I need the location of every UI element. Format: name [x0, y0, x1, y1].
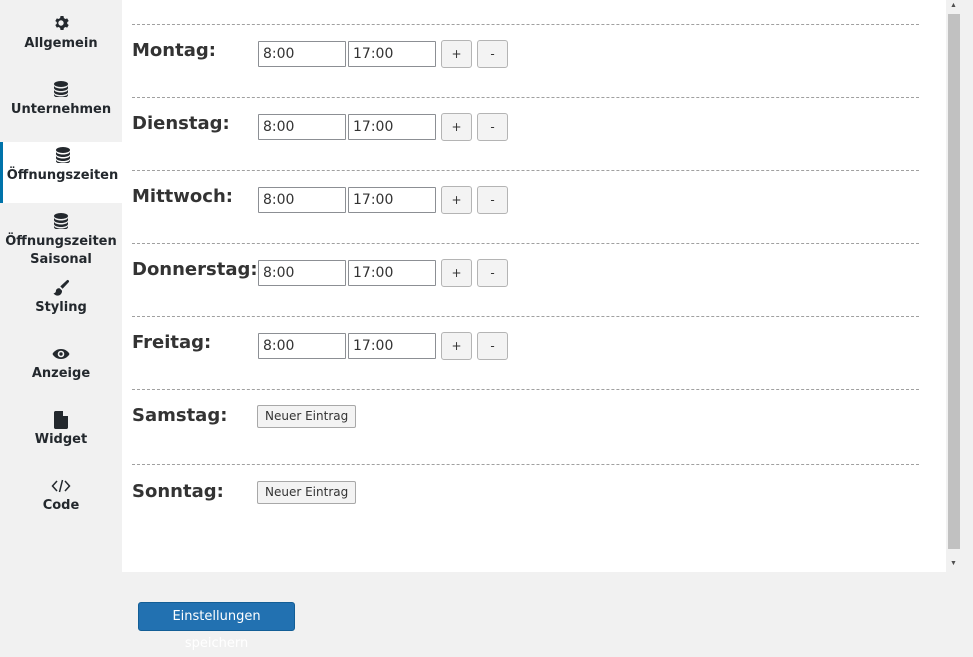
dienstag-add-button[interactable]: + [441, 113, 472, 141]
montag-close-input[interactable] [348, 41, 436, 67]
sonntag-new-entry-button[interactable]: Neuer Eintrag [257, 481, 357, 504]
mittwoch-open-input[interactable] [258, 187, 346, 213]
montag-add-button[interactable]: + [441, 40, 472, 68]
donnerstag-open-input[interactable] [258, 260, 346, 286]
day-label-sonntag: Sonntag: [132, 481, 224, 502]
day-label-samstag: Samstag: [132, 405, 228, 426]
eye-icon [0, 345, 122, 363]
nav-label: Widget [34, 432, 88, 447]
freitag-open-input[interactable] [258, 333, 346, 359]
donnerstag-add-button[interactable]: + [441, 259, 472, 287]
file-icon [0, 411, 122, 429]
opening-hours-panel: Montag: + - Dienstag: + - Mittwoch: + - … [122, 0, 946, 572]
divider [132, 243, 919, 244]
database-icon [3, 147, 122, 165]
montag-remove-button[interactable]: - [477, 40, 508, 68]
brush-icon [0, 279, 122, 297]
day-label-freitag: Freitag: [132, 332, 212, 353]
freitag-remove-button[interactable]: - [477, 332, 508, 360]
nav-item-oeffnungszeiten[interactable]: Öffnungszeiten [0, 142, 122, 203]
divider [132, 389, 919, 390]
nav-item-unternehmen[interactable]: Unternehmen [0, 81, 122, 119]
dienstag-remove-button[interactable]: - [477, 113, 508, 141]
nav-label: Allgemein [24, 36, 98, 51]
day-label-mittwoch: Mittwoch: [132, 186, 233, 207]
database-icon [0, 81, 122, 99]
panel-scrollbar[interactable]: ▲ ▼ [946, 0, 961, 572]
nav-item-anzeige[interactable]: Anzeige [0, 345, 122, 383]
nav-label: Öffnungszeiten [6, 168, 119, 183]
nav-item-oeffnungszeiten-saisonal[interactable]: Öffnungszeiten Saisonal [0, 213, 122, 269]
nav-label: Code [42, 498, 80, 513]
nav-label: Styling [35, 300, 87, 315]
scroll-up-icon[interactable]: ▲ [946, 0, 961, 12]
freitag-close-input[interactable] [348, 333, 436, 359]
nav-item-code[interactable]: Code [0, 477, 122, 515]
save-settings-button[interactable]: Einstellungen speichern [138, 602, 295, 651]
scroll-thumb[interactable] [948, 14, 960, 549]
day-label-donnerstag: Donnerstag: [132, 259, 258, 280]
nav-label: Öffnungszeiten Saisonal [5, 234, 117, 267]
day-label-montag: Montag: [132, 40, 216, 61]
code-icon [0, 477, 122, 495]
divider [132, 97, 919, 98]
gear-icon [0, 15, 122, 33]
dienstag-close-input[interactable] [348, 114, 436, 140]
day-label-dienstag: Dienstag: [132, 113, 230, 134]
samstag-new-entry-button[interactable]: Neuer Eintrag [257, 405, 357, 428]
nav-item-styling[interactable]: Styling [0, 279, 122, 317]
freitag-add-button[interactable]: + [441, 332, 472, 360]
nav-label: Unternehmen [10, 102, 112, 117]
dienstag-open-input[interactable] [258, 114, 346, 140]
nav-item-allgemein[interactable]: Allgemein [0, 15, 122, 53]
donnerstag-close-input[interactable] [348, 260, 436, 286]
mittwoch-remove-button[interactable]: - [477, 186, 508, 214]
donnerstag-remove-button[interactable]: - [477, 259, 508, 287]
divider [132, 170, 919, 171]
settings-sidebar: Allgemein Unternehmen Öffnungszeiten Öff… [0, 0, 122, 649]
montag-open-input[interactable] [258, 41, 346, 67]
mittwoch-add-button[interactable]: + [441, 186, 472, 214]
database-icon [0, 213, 122, 231]
nav-item-widget[interactable]: Widget [0, 411, 122, 449]
nav-label: Anzeige [31, 366, 91, 381]
divider [132, 464, 919, 465]
scroll-down-icon[interactable]: ▼ [946, 558, 961, 570]
divider [132, 24, 919, 25]
mittwoch-close-input[interactable] [348, 187, 436, 213]
divider [132, 316, 919, 317]
